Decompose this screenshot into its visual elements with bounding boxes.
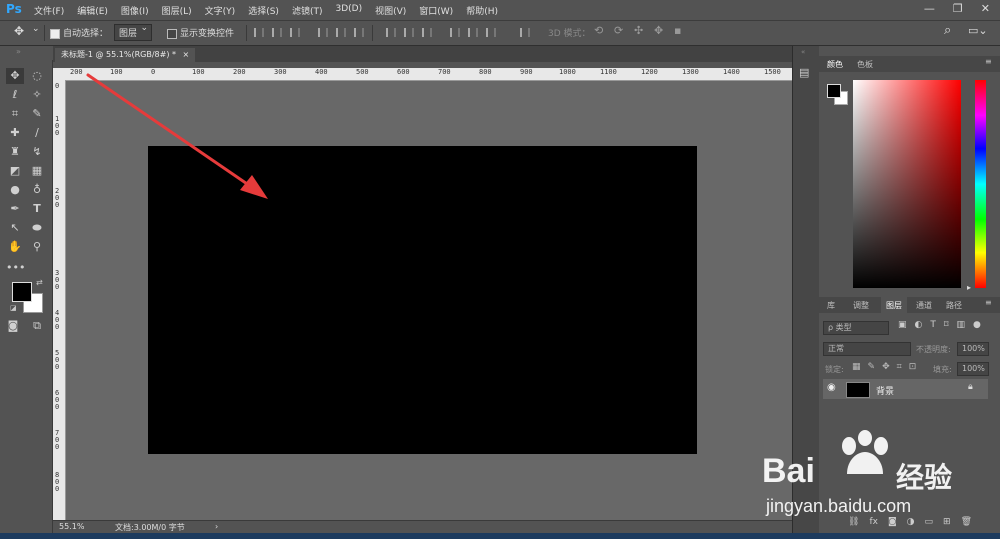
status-bar: 55.1% 文档:3.00M/0 字节 › (53, 520, 792, 534)
watermark-brand-cjk: 经验 (896, 461, 953, 494)
tab-channels[interactable]: 通道 (916, 300, 932, 311)
status-menu-arrow[interactable]: › (215, 522, 218, 531)
layers-panel-tabs: 库 调整 图层 通道 路径 ≡ (819, 297, 1000, 314)
layer-name[interactable]: 背景 (876, 384, 894, 397)
fill-field[interactable]: 100% (957, 362, 989, 376)
collapse-icon[interactable]: « (801, 48, 805, 56)
filter-toggle-icon[interactable]: ● (973, 320, 981, 330)
paw-logo-icon (842, 430, 888, 474)
watermark-brand: Bai (762, 452, 815, 490)
lock-pixels-icon[interactable]: ✎ (868, 362, 876, 372)
lock-label: 锁定: (825, 365, 844, 374)
tab-color[interactable]: 颜色 (827, 59, 843, 70)
tab-paths[interactable]: 路径 (946, 300, 962, 311)
lock-position-icon[interactable]: ✥ (882, 362, 890, 372)
panel-menu-icon[interactable]: ≡ (985, 298, 992, 307)
lock-transparent-icon[interactable]: ▦ (852, 362, 861, 372)
opacity-label: 不透明度: (916, 345, 951, 354)
filter-type-icon[interactable]: T (930, 320, 936, 330)
color-panel-foreground-swatch[interactable] (827, 84, 841, 98)
document-info[interactable]: 文档:3.00M/0 字节 (115, 522, 185, 533)
blend-mode-dropdown[interactable]: 正常 (823, 342, 911, 356)
fill-label: 填充: (933, 365, 952, 374)
baidu-watermark: Bai 经验 jingyan.baidu.com (760, 430, 990, 520)
panel-menu-icon[interactable]: ≡ (985, 57, 992, 66)
lock-artboard-icon[interactable]: ⌗ (897, 362, 902, 372)
filter-smart-icon[interactable]: ▥ (957, 320, 966, 330)
zoom-level[interactable]: 55.1% (59, 522, 84, 531)
layer-filter-dropdown[interactable]: ρ 类型 (823, 321, 889, 335)
filter-pixel-icon[interactable]: ▣ (898, 320, 907, 330)
tab-adjustments[interactable]: 调整 (853, 300, 869, 311)
color-panel-tabs: 颜色 色板 ≡ (819, 56, 1000, 72)
os-taskbar (0, 533, 1000, 539)
hue-slider[interactable] (975, 80, 986, 288)
tab-swatches[interactable]: 色板 (857, 59, 873, 70)
hue-slider-handle[interactable]: ▸ (967, 283, 971, 292)
layer-filter-icons: ▣ ◐ T ⌑ ▥ ● (898, 320, 981, 330)
history-panel-icon[interactable]: ▤ (799, 66, 809, 79)
watermark-url: jingyan.baidu.com (766, 496, 912, 516)
lock-icons: ▦ ✎ ✥ ⌗ ⊡ (852, 362, 916, 372)
opacity-field[interactable]: 100% (957, 342, 989, 356)
lock-all-icon[interactable]: ⊡ (909, 362, 917, 372)
tab-libraries[interactable]: 库 (827, 300, 835, 311)
layer-thumbnail (846, 382, 870, 398)
color-picker-field[interactable] (853, 80, 961, 288)
filter-adjustment-icon[interactable]: ◐ (915, 320, 923, 330)
layer-lock-icon: 🔒︎ (968, 382, 973, 392)
tab-layers[interactable]: 图层 (881, 297, 907, 314)
filter-shape-icon[interactable]: ⌑ (944, 320, 949, 330)
visibility-eye-icon[interactable]: ◉ (827, 382, 836, 393)
